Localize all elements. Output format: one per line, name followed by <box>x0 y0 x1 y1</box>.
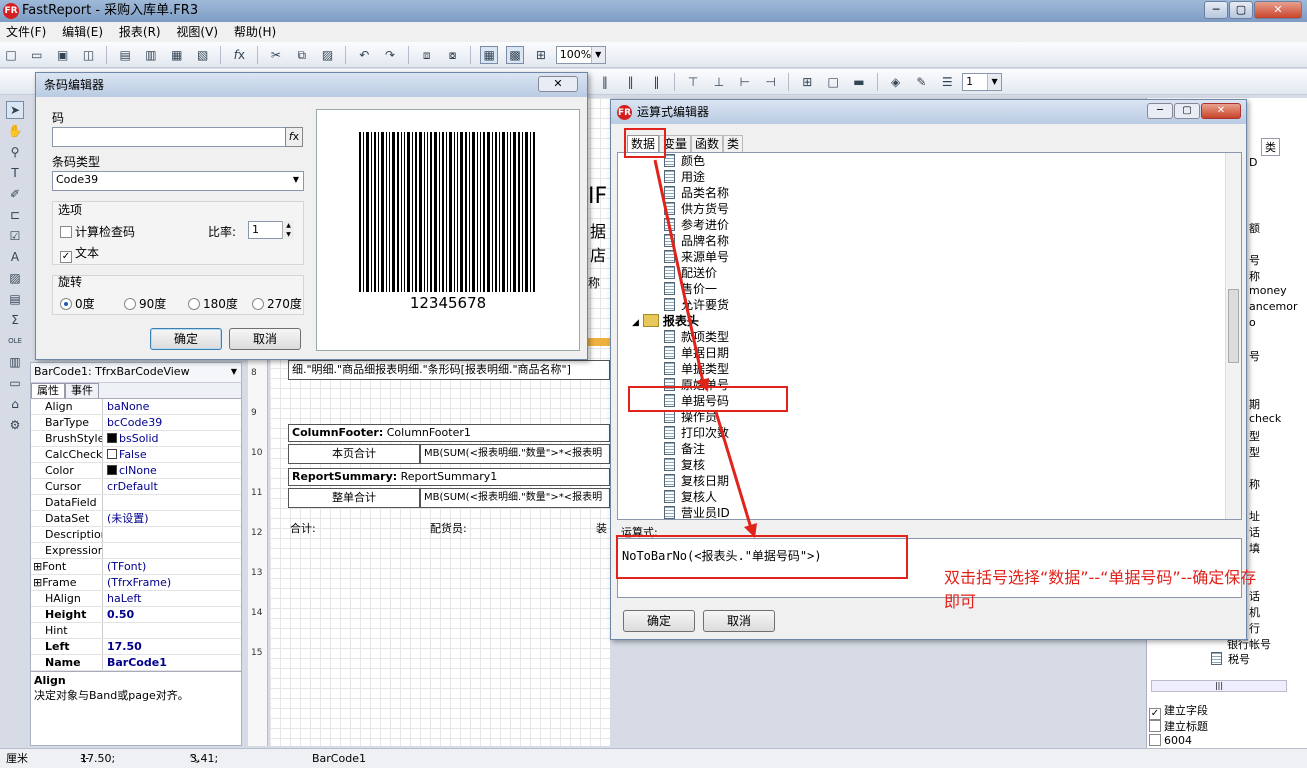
annotation-instruction: 双击括号选择“数据”--“单据号码”--确定保存即可 <box>944 568 1257 611</box>
annotation-arrows <box>653 159 757 538</box>
